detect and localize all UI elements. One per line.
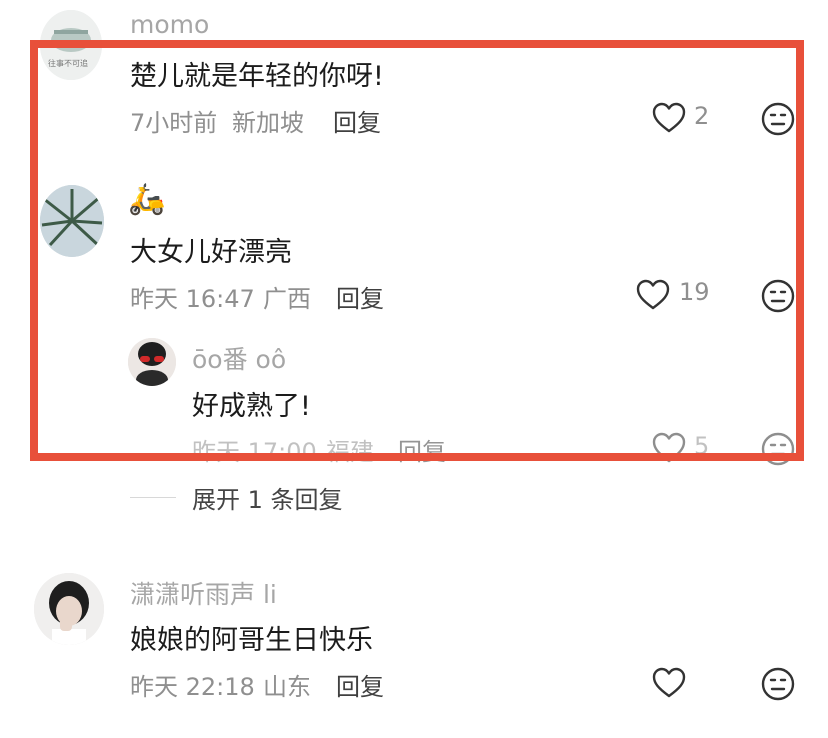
comment-time: 昨天 16:47 xyxy=(130,285,255,313)
comment-location: 新加坡 xyxy=(232,109,304,137)
avatar[interactable]: 往事不可追 xyxy=(40,10,102,80)
heart-icon[interactable] xyxy=(652,102,686,138)
comment-username[interactable]: 🛵 xyxy=(128,182,165,217)
emoji-face-icon[interactable] xyxy=(761,667,795,705)
avatar[interactable] xyxy=(40,185,104,257)
comment-location: 山东 xyxy=(263,673,311,701)
reply-time: 昨天 17:00 xyxy=(192,438,317,466)
comment-text: 楚儿就是年轻的你呀! xyxy=(130,61,384,92)
reply-text: 好成熟了! xyxy=(192,391,311,422)
like-count: 19 xyxy=(679,278,710,306)
comment-text: 大女儿好漂亮 xyxy=(130,237,292,268)
comment-location: 广西 xyxy=(263,285,311,313)
reply-button[interactable]: 回复 xyxy=(336,279,384,314)
like-count: 5 xyxy=(694,432,710,460)
comment-username[interactable]: momo xyxy=(130,10,209,39)
expand-replies-button[interactable]: 展开 1 条回复 xyxy=(192,480,343,515)
heart-icon[interactable] xyxy=(652,667,686,703)
emoji-face-icon[interactable] xyxy=(761,432,795,470)
comment-username[interactable]: 潇潇听雨声 li xyxy=(130,575,277,611)
reply-button[interactable]: 回复 xyxy=(336,667,384,702)
heart-icon[interactable] xyxy=(652,432,686,468)
emoji-face-icon[interactable] xyxy=(761,279,795,317)
like-count: 2 xyxy=(694,102,710,130)
heart-icon[interactable] xyxy=(636,279,670,315)
comment-time: 7小时前 xyxy=(130,109,218,137)
reply-button[interactable]: 回复 xyxy=(333,103,381,138)
avatar[interactable] xyxy=(128,338,176,386)
comment-time: 昨天 22:18 xyxy=(130,673,255,701)
avatar[interactable] xyxy=(34,573,104,645)
comment-text: 娘娘的阿哥生日快乐 xyxy=(130,625,373,656)
reply-location: 福建 xyxy=(326,438,374,466)
reply-button[interactable]: 回复 xyxy=(398,432,446,467)
emoji-face-icon[interactable] xyxy=(761,102,795,140)
reply-username[interactable]: ōo番 oô xyxy=(192,340,286,376)
expand-divider xyxy=(130,497,176,498)
avatar-caption: 往事不可追 xyxy=(48,59,88,68)
